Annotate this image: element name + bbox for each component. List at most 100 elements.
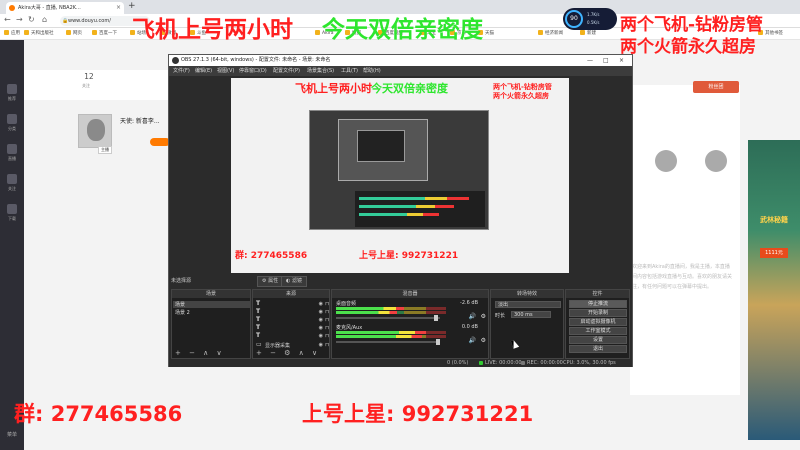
transition-select[interactable]: 淡出	[495, 301, 561, 308]
source-row[interactable]: ▭ 显示器采集 ◉ ⊓	[255, 341, 329, 349]
obs-preview[interactable]: 飞机上号两小时 今天双倍亲密度 两个飞机-钻粉房管 两个火箭永久超房 群: 27…	[231, 78, 569, 273]
follow-nav-icon[interactable]	[7, 174, 17, 184]
bookmark-item[interactable]: 网页	[66, 28, 82, 40]
visibility-icon[interactable]: ◉	[319, 317, 323, 323]
start-recording-button[interactable]: 开始录制	[569, 309, 627, 317]
browser-tab[interactable]: Akira大哥 - 直播, NBA2K... ×	[6, 2, 124, 14]
preview-overlay-bottom-2: 上号上星: 992731221	[359, 251, 459, 261]
mixer-settings-icon[interactable]: ⚙	[481, 337, 486, 344]
overlay-contact-number: 上号上星: 992731221	[302, 402, 534, 426]
stop-streaming-button[interactable]: 停止推流	[569, 300, 627, 308]
left-nav-label: 直播	[8, 156, 16, 161]
virtual-camera-button[interactable]: 启动虚拟摄像机	[569, 318, 627, 326]
follow-button[interactable]: 粉丝团	[693, 81, 739, 93]
visibility-icon[interactable]: ◉	[319, 301, 323, 307]
visibility-icon[interactable]: ◉	[319, 342, 323, 348]
exit-button[interactable]: 退出	[569, 345, 627, 353]
avatar-tag: 主播	[98, 146, 112, 154]
visibility-icon[interactable]: ◉	[319, 309, 323, 315]
sources-dock-toolbar[interactable]: + − ⚙ ∧ ∨	[256, 349, 320, 357]
category-nav-icon[interactable]	[7, 114, 17, 124]
source-row[interactable]: T ◉ ⊓	[255, 324, 329, 332]
bookmark-item[interactable]: 百度一下	[92, 28, 117, 40]
reload-icon[interactable]: ↻	[28, 15, 35, 24]
lock-icon[interactable]: ⊓	[325, 325, 329, 331]
minimize-icon[interactable]: —	[587, 55, 593, 66]
preview-overlay-bottom-1: 群: 277465586	[235, 251, 308, 261]
properties-button[interactable]: ⚙ 属性	[257, 276, 284, 287]
visibility-icon[interactable]: ◉	[319, 333, 323, 339]
forward-icon[interactable]: →	[16, 15, 23, 24]
live-time: LIVE: 00:00:00	[485, 360, 522, 366]
maximize-icon[interactable]: □	[603, 55, 609, 66]
close-tab-icon[interactable]: ×	[116, 2, 121, 14]
streamer-avatar[interactable]	[78, 114, 112, 148]
fan-club-pill[interactable]	[150, 138, 170, 146]
network-speed-widget[interactable]: 90 1.7K/s 0.5K/s	[563, 8, 617, 30]
ad-banner[interactable]	[748, 140, 800, 440]
nested-meter	[359, 205, 454, 208]
download-nav-icon[interactable]	[7, 204, 17, 214]
lock-icon[interactable]: ⊓	[325, 342, 329, 348]
volume-slider-knob[interactable]	[434, 315, 438, 321]
overlay-top-red: 飞机上号两小时	[132, 17, 293, 43]
dropped-frames: 0 (0.0%)	[447, 360, 469, 366]
menu-docks[interactable]: 停靠窗口(D)	[239, 66, 267, 76]
transitions-dock: 转场特效 淡出 时长 300 ms	[490, 289, 564, 359]
home-nav-icon[interactable]	[7, 84, 17, 94]
lock-icon[interactable]: ⊓	[325, 317, 329, 323]
menu-view[interactable]: 视图(V)	[217, 66, 234, 76]
menu-file[interactable]: 文件(F)	[173, 66, 190, 76]
url-text: www.douyu.com/	[68, 18, 111, 24]
scene-item[interactable]: 场景	[175, 301, 185, 308]
menu-profile[interactable]: 配置文件(P)	[273, 66, 300, 76]
speaker-icon[interactable]: 🔊	[469, 337, 476, 344]
fan-avatar[interactable]	[705, 150, 727, 172]
source-row[interactable]: T ◉ ⊓	[255, 300, 329, 308]
volume-slider-knob[interactable]	[436, 339, 440, 345]
lock-icon[interactable]: ⊓	[325, 309, 329, 315]
speaker-icon[interactable]: 🔊	[469, 313, 476, 320]
duration-input[interactable]: 300 ms	[511, 311, 551, 318]
back-icon[interactable]: ←	[4, 15, 11, 24]
lock-icon[interactable]: ⊓	[325, 301, 329, 307]
volume-slider[interactable]	[336, 315, 440, 321]
scenes-dock-title: 场景	[172, 290, 250, 298]
lock-icon[interactable]: ⊓	[325, 333, 329, 339]
source-row[interactable]: T ◉ ⊓	[255, 316, 329, 324]
room-header: 12 关注	[24, 70, 169, 100]
filters-label: 滤镜	[291, 278, 302, 284]
volume-slider[interactable]	[336, 339, 440, 345]
fan-avatar[interactable]	[655, 150, 677, 172]
scenes-dock-toolbar[interactable]: + − ∧ ∨	[175, 349, 225, 357]
mixer-settings-icon[interactable]: ⚙	[481, 313, 486, 320]
nested-preview	[309, 110, 489, 230]
transitions-dock-title: 转场特效	[491, 290, 563, 298]
mixer-channel-db: 0.0 dB	[461, 324, 478, 330]
text-source-icon: T	[256, 316, 261, 323]
source-row[interactable]: T ◉ ⊓	[255, 308, 329, 316]
visibility-icon[interactable]: ◉	[319, 325, 323, 331]
net-percent: 90	[565, 10, 583, 28]
menu-tools[interactable]: 工具(T)	[341, 66, 358, 76]
scene-item[interactable]: 场景 2	[175, 309, 190, 316]
settings-button[interactable]: 设置	[569, 336, 627, 344]
menu-edit[interactable]: 编辑(E)	[195, 66, 212, 76]
source-row[interactable]: T ◉ ⊓	[255, 332, 329, 340]
overlay-top-green: 今天双倍亲密度	[322, 17, 483, 43]
rec-time: REC: 00:00:00	[527, 360, 563, 366]
menu-scene-collection[interactable]: 场景集合(S)	[307, 66, 334, 76]
filters-button[interactable]: ◐ 滤镜	[281, 276, 307, 287]
ad-title: 武林秘籍	[760, 216, 788, 224]
bookmark-item[interactable]: 天和出版社	[24, 28, 54, 40]
live-nav-icon[interactable]	[7, 144, 17, 154]
lock-icon: 🔒	[62, 18, 69, 24]
menu-help[interactable]: 帮助(H)	[363, 66, 381, 76]
mixer-level-fill	[336, 311, 398, 314]
left-nav-menu[interactable]: 菜单	[2, 431, 22, 438]
bookmark-item[interactable]: 应用	[4, 28, 20, 40]
home-icon[interactable]: ⌂	[42, 15, 47, 24]
studio-mode-button[interactable]: 工作室模式	[569, 327, 627, 335]
obs-menu-bar: 文件(F) 编辑(E) 视图(V) 停靠窗口(D) 配置文件(P) 场景集合(S…	[169, 66, 632, 76]
bookmark-item[interactable]: 经济新闻	[538, 28, 563, 40]
